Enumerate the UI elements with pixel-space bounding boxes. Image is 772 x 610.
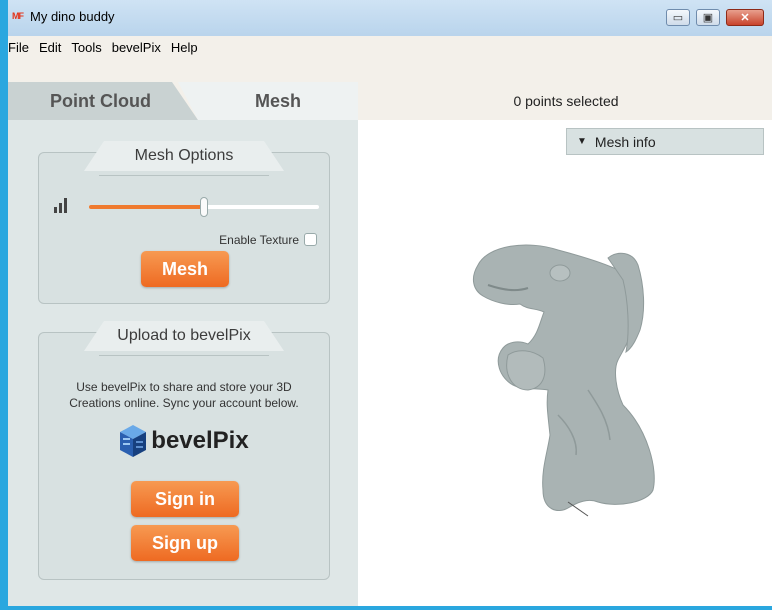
tab-mesh[interactable]: Mesh <box>178 82 358 120</box>
slider-thumb[interactable] <box>200 197 208 217</box>
bevelpix-logo: bevelPix <box>39 421 329 461</box>
divider <box>99 175 269 176</box>
upload-group: Upload to bevelPix Use bevelPix to share… <box>38 321 330 580</box>
tab-point-cloud[interactable]: Point Cloud <box>8 82 198 120</box>
left-panel: Mesh Options Enable Texture Mesh Upload … <box>8 120 358 606</box>
enable-texture-checkbox[interactable] <box>304 233 317 246</box>
chevron-down-icon: ▼ <box>577 136 587 147</box>
bevelpix-cube-icon <box>120 425 147 457</box>
mesh-options-title: Mesh Options <box>134 147 234 164</box>
upload-title: Upload to bevelPix <box>117 327 251 344</box>
menu-help[interactable]: Help <box>166 36 203 55</box>
enable-texture-label: Enable Texture <box>219 233 299 247</box>
menu-tools[interactable]: Tools <box>66 36 106 55</box>
menu-bevelpix[interactable]: bevelPix <box>107 36 166 55</box>
selection-status-tab[interactable]: 0 points selected <box>406 82 726 120</box>
upload-header: Upload to bevelPix <box>84 321 284 351</box>
sign-up-button[interactable]: Sign up <box>131 525 239 561</box>
mesh-info-label: Mesh info <box>594 133 656 150</box>
mesh-options-group: Mesh Options Enable Texture Mesh <box>38 141 330 304</box>
mesh-button[interactable]: Mesh <box>141 251 229 287</box>
dino-mesh-model[interactable] <box>448 240 678 520</box>
mesh-quality-slider[interactable] <box>89 197 319 217</box>
upload-description: Use bevelPix to share and store your 3D … <box>69 380 299 410</box>
mesh-options-header: Mesh Options <box>84 141 284 171</box>
close-button[interactable]: ✕ <box>726 9 764 26</box>
slider-fill <box>89 205 204 209</box>
mesh-info-dropdown[interactable]: ▼ Mesh info <box>566 128 764 155</box>
menu-file[interactable]: File <box>8 36 34 55</box>
window-title: My dino buddy <box>30 9 115 24</box>
app-window: MF My dino buddy ▭ ▣ ✕ File Edit Tools beve… <box>8 0 772 606</box>
minimize-button[interactable]: ▭ <box>666 9 690 26</box>
title-bar[interactable]: MF My dino buddy ▭ ▣ ✕ <box>8 0 772 36</box>
bevelpix-logo-text: bevelPix <box>151 427 249 454</box>
menu-bar: File Edit Tools bevelPix Help <box>8 36 772 60</box>
menu-edit[interactable]: Edit <box>34 36 66 55</box>
divider <box>99 355 269 356</box>
sign-in-button[interactable]: Sign in <box>131 481 239 517</box>
app-logo-icon: MF <box>12 11 24 21</box>
quality-level-icon <box>54 198 67 213</box>
maximize-button[interactable]: ▣ <box>696 9 720 26</box>
axis-line <box>567 501 589 517</box>
